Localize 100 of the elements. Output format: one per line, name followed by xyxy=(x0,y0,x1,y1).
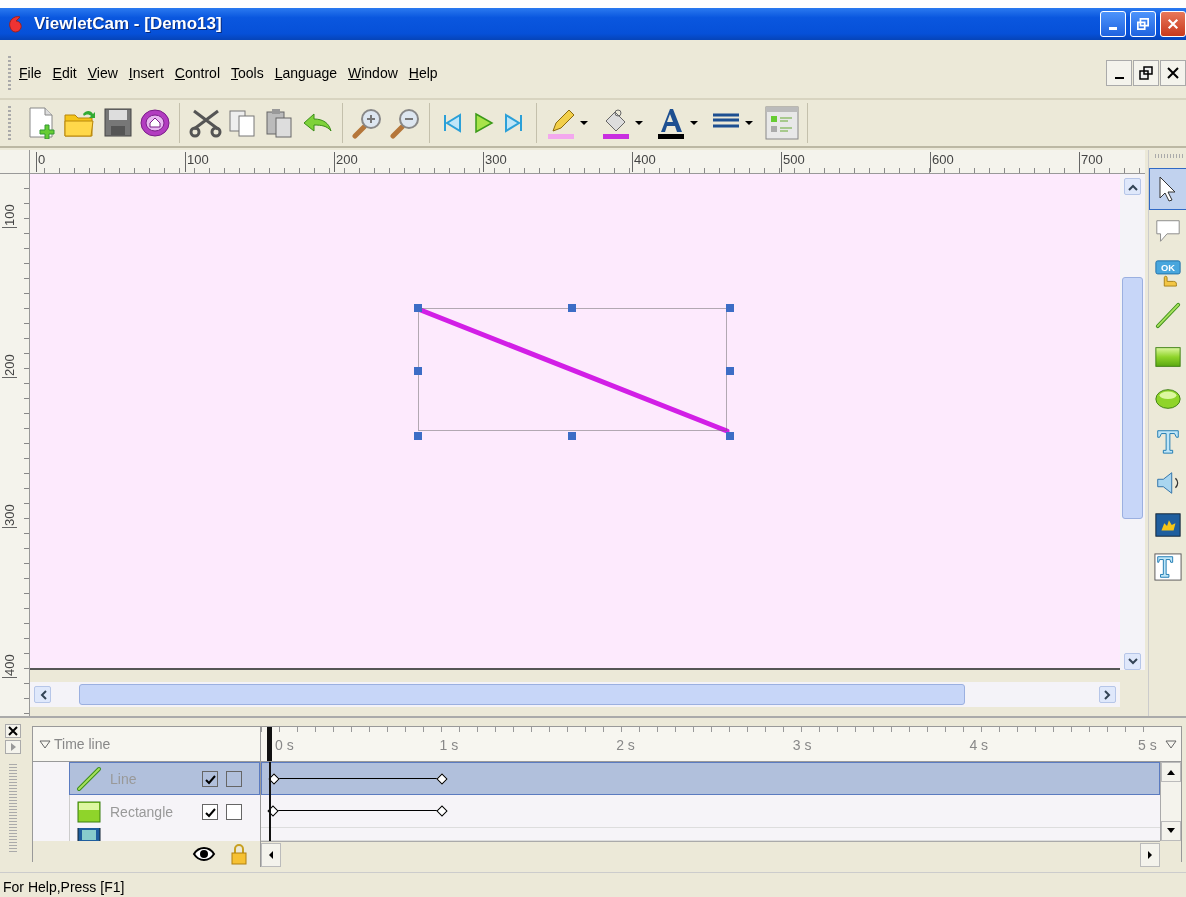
color-dropdown-button[interactable] xyxy=(600,107,643,139)
right-triangle-icon xyxy=(1146,849,1154,860)
lock-checkbox[interactable] xyxy=(226,803,242,820)
visibility-checkbox[interactable] xyxy=(202,770,218,787)
horizontal-scrollbar[interactable] xyxy=(261,841,1160,867)
menu-item[interactable]: Edit xyxy=(52,63,88,83)
restore-button[interactable] xyxy=(1130,11,1156,37)
toolbar-button[interactable] xyxy=(103,107,133,139)
properties-panel-icon xyxy=(765,106,799,140)
layer-name: Rectangle xyxy=(110,803,175,820)
down-chevron-icon xyxy=(1127,657,1138,666)
menu-item[interactable]: View xyxy=(87,63,129,83)
scrollbar-thumb[interactable] xyxy=(1122,277,1143,519)
ruler-label: 300 xyxy=(2,504,17,528)
left-triangle-icon xyxy=(267,849,275,860)
toolbar-button[interactable] xyxy=(188,107,222,139)
zoom-in-icon xyxy=(351,107,383,139)
layer-name: Line xyxy=(110,770,138,787)
time-tick-label: 1 s xyxy=(439,737,459,753)
scroll-right-button[interactable] xyxy=(1140,842,1160,867)
visibility-checkbox[interactable] xyxy=(202,803,218,820)
collapse-triangle-icon xyxy=(1164,739,1177,749)
menu-item[interactable]: Control xyxy=(174,63,231,83)
scroll-up-button[interactable] xyxy=(1124,178,1141,195)
right-chevron-icon xyxy=(1103,689,1112,700)
left-chevron-icon xyxy=(38,689,47,700)
ruler-label: 0 xyxy=(36,152,46,172)
tool-palette-button[interactable] xyxy=(1149,168,1186,210)
restore-icon xyxy=(1139,66,1153,80)
right-triangle-icon xyxy=(9,742,17,752)
copy-icon xyxy=(228,107,258,139)
toolbar-button[interactable] xyxy=(351,107,383,139)
ruler-label: 100 xyxy=(2,204,17,228)
line-icon xyxy=(76,765,102,792)
time-tick-label: 2 s xyxy=(616,737,635,753)
ruler-label: 500 xyxy=(781,152,805,172)
scroll-down-button[interactable] xyxy=(1124,653,1141,670)
pencil-color-icon xyxy=(545,107,577,139)
time-tick-label: 4 s xyxy=(969,737,989,753)
scroll-right-button[interactable] xyxy=(1099,686,1116,703)
minimize-icon xyxy=(1114,77,1124,79)
scroll-up-button[interactable] xyxy=(1161,762,1181,782)
ruler-label: 600 xyxy=(930,152,954,172)
disc-icon xyxy=(139,107,171,139)
minimize-button[interactable] xyxy=(1100,11,1126,37)
minimize-icon xyxy=(1109,27,1117,30)
close-icon xyxy=(8,726,18,736)
up-triangle-icon xyxy=(1166,768,1176,776)
close-button[interactable] xyxy=(1160,11,1186,37)
menu-item[interactable]: File xyxy=(19,63,53,83)
restore-icon xyxy=(1137,17,1149,31)
eye-icon xyxy=(192,844,216,864)
ruler-label: 200 xyxy=(2,354,17,378)
menu-item[interactable]: Language xyxy=(274,63,348,83)
ruler-label: 400 xyxy=(632,152,656,172)
document-minimize-button[interactable] xyxy=(1106,60,1132,86)
timeline-duration-bar[interactable] xyxy=(270,774,447,783)
paste-icon xyxy=(264,107,294,139)
line-tool-icon xyxy=(1154,300,1182,330)
time-tick-label: 5 s xyxy=(1138,737,1157,753)
rectangle-icon xyxy=(76,798,102,825)
time-tick-label: 3 s xyxy=(792,737,812,753)
scroll-left-button[interactable] xyxy=(34,686,51,703)
time-tick-label: 0 s xyxy=(275,737,294,753)
collapse-triangle-icon xyxy=(39,739,51,749)
menu-item[interactable]: Tools xyxy=(231,63,275,83)
down-triangle-icon xyxy=(1166,827,1176,835)
status-text: For Help,Press [F1] xyxy=(3,879,125,895)
image-tool-icon xyxy=(1154,511,1182,539)
ruler-label: 400 xyxy=(2,654,17,678)
lock-checkbox[interactable] xyxy=(226,770,242,787)
scissors-icon xyxy=(188,107,222,139)
text-box-tool-icon xyxy=(1154,552,1182,582)
color-dropdown-button[interactable] xyxy=(545,107,588,139)
ruler-label: 700 xyxy=(1079,152,1103,172)
vertical-scrollbar[interactable] xyxy=(1160,762,1181,841)
scrollbar-thumb[interactable] xyxy=(79,684,965,705)
timeline-title: Time line xyxy=(54,736,111,752)
menu-item[interactable]: Help xyxy=(408,63,449,83)
scroll-left-button[interactable] xyxy=(261,842,281,867)
bucket-color-icon xyxy=(600,107,632,139)
document-close-button[interactable] xyxy=(1160,60,1186,86)
document-restore-button[interactable] xyxy=(1133,60,1159,86)
color-dropdown-button[interactable] xyxy=(655,107,698,139)
menu-item[interactable]: Window xyxy=(348,63,409,83)
toolbar-button[interactable] xyxy=(139,107,171,139)
scroll-down-button[interactable] xyxy=(1161,821,1181,841)
window-title: ViewletCam - [Demo13] xyxy=(34,14,223,34)
close-icon xyxy=(1166,66,1180,80)
ruler-label: 300 xyxy=(483,152,507,172)
timeline-duration-bar[interactable] xyxy=(269,807,446,815)
new-document-icon xyxy=(27,107,57,139)
close-icon xyxy=(1167,17,1179,31)
up-chevron-icon xyxy=(1127,182,1138,191)
ruler-label: 100 xyxy=(185,152,209,172)
menu-item[interactable]: Insert xyxy=(128,63,175,83)
close-panel-button[interactable] xyxy=(5,724,21,738)
playhead-marker[interactable] xyxy=(267,727,272,761)
zoom-out-icon xyxy=(389,107,421,139)
ruler-label: 200 xyxy=(334,152,358,172)
